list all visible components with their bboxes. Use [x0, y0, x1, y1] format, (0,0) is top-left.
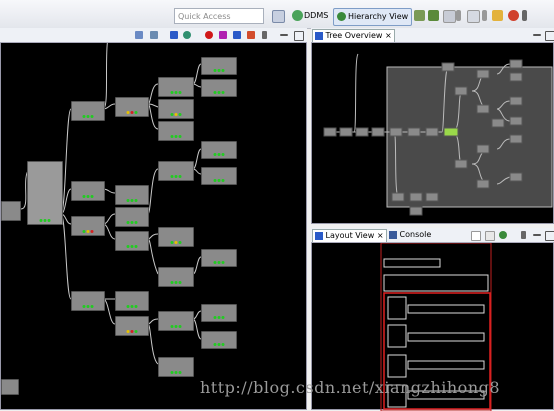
view-node[interactable]	[201, 141, 237, 159]
view-node[interactable]	[201, 331, 237, 349]
open-perspective-icon[interactable]	[272, 10, 285, 23]
view-node[interactable]	[115, 207, 149, 227]
save-icon[interactable]	[135, 31, 143, 39]
tab-tree-overview[interactable]: Tree Overview ×	[312, 29, 395, 42]
view-node[interactable]	[201, 249, 237, 267]
tree-icon	[315, 231, 323, 240]
view-node[interactable]	[115, 231, 149, 251]
view-node[interactable]	[201, 304, 237, 322]
tree-overview-tabbar: Tree Overview ×	[311, 28, 554, 43]
hierarchy-view-label: Hierarchy View	[348, 12, 409, 21]
view-node[interactable]	[115, 316, 149, 336]
tab-console-label: Console	[399, 230, 432, 239]
ddms-perspective-button[interactable]: DDMS	[304, 9, 328, 23]
refresh-icon[interactable]	[150, 31, 158, 39]
view-node[interactable]	[71, 101, 105, 121]
view-node[interactable]	[201, 167, 237, 185]
view-node[interactable]	[71, 216, 105, 236]
status-dots	[39, 219, 51, 222]
view-node[interactable]	[158, 77, 194, 97]
view-node[interactable]	[158, 357, 194, 377]
globe-icon[interactable]	[183, 31, 191, 39]
view-node-decor-view[interactable]	[27, 161, 63, 225]
tab-console[interactable]: Console	[387, 229, 433, 241]
tree-icon[interactable]	[170, 31, 178, 39]
dropdown-icon[interactable]	[521, 231, 526, 239]
view-node[interactable]	[71, 291, 105, 311]
view-node[interactable]	[158, 267, 194, 287]
main-toolbar: Quick Access DDMS Hierarchy View	[0, 0, 554, 29]
maximize-icon[interactable]	[294, 31, 304, 41]
search-icon[interactable]	[508, 10, 519, 21]
dropdown-icon[interactable]	[482, 10, 487, 21]
view-node[interactable]	[115, 291, 149, 311]
view-node[interactable]	[71, 181, 105, 201]
stop-icon[interactable]	[205, 31, 213, 39]
minimize-icon[interactable]	[533, 234, 541, 236]
background-toggle-icon[interactable]	[471, 231, 481, 241]
hierarchy-view-perspective-button[interactable]: Hierarchy View	[333, 8, 413, 26]
tree-icon	[315, 31, 323, 40]
tree-overview-diagram	[323, 53, 553, 216]
ddms-icon[interactable]	[292, 10, 303, 21]
view-node[interactable]	[115, 185, 149, 205]
tab-layout-view-label: Layout View	[325, 231, 375, 240]
view-node[interactable]	[115, 97, 149, 117]
maximize-icon[interactable]	[545, 31, 554, 41]
tab-layout-view[interactable]: Layout View ×	[312, 229, 387, 242]
view-node[interactable]	[158, 121, 194, 141]
file-icon[interactable]	[467, 10, 480, 23]
watermark: http://blog.csdn.net/xiangzhihong8	[200, 378, 501, 397]
view-node[interactable]	[1, 379, 19, 395]
hierarchy-view-toolbar	[0, 28, 307, 43]
view-node[interactable]	[201, 57, 237, 75]
hierarchy-view-icon	[337, 12, 346, 21]
request-layout-icon[interactable]	[233, 31, 241, 39]
minimize-icon[interactable]	[533, 34, 541, 36]
chevron-down-icon[interactable]	[522, 10, 527, 21]
quick-access-input[interactable]: Quick Access	[174, 8, 264, 24]
view-node[interactable]	[158, 99, 194, 119]
console-icon	[389, 230, 397, 239]
dropdown-icon[interactable]	[456, 10, 461, 21]
dropdown-icon[interactable]	[262, 31, 267, 39]
tab-tree-overview-label: Tree Overview	[325, 31, 383, 40]
view-node[interactable]	[201, 79, 237, 97]
tree-overview-canvas[interactable]	[311, 28, 554, 224]
view-node[interactable]	[1, 201, 21, 221]
load-images-icon[interactable]	[499, 231, 507, 239]
close-icon[interactable]: ×	[377, 231, 384, 240]
view-node[interactable]	[158, 227, 194, 247]
view-node[interactable]	[158, 311, 194, 331]
copy-icon[interactable]	[443, 10, 456, 23]
layout-view-tabbar: Layout View × Console	[311, 228, 554, 243]
save-icon[interactable]	[428, 10, 439, 21]
back-arrow-icon[interactable]	[492, 10, 503, 21]
maximize-icon[interactable]	[545, 231, 554, 241]
show-extras-icon[interactable]	[485, 231, 495, 241]
minimize-icon[interactable]	[280, 34, 288, 36]
view-node[interactable]	[158, 161, 194, 181]
hierarchy-canvas[interactable]	[0, 28, 307, 410]
invalidate-icon[interactable]	[219, 31, 227, 39]
capture-icon[interactable]	[247, 31, 255, 39]
device-icon[interactable]	[414, 10, 425, 21]
close-icon[interactable]: ×	[385, 31, 392, 40]
